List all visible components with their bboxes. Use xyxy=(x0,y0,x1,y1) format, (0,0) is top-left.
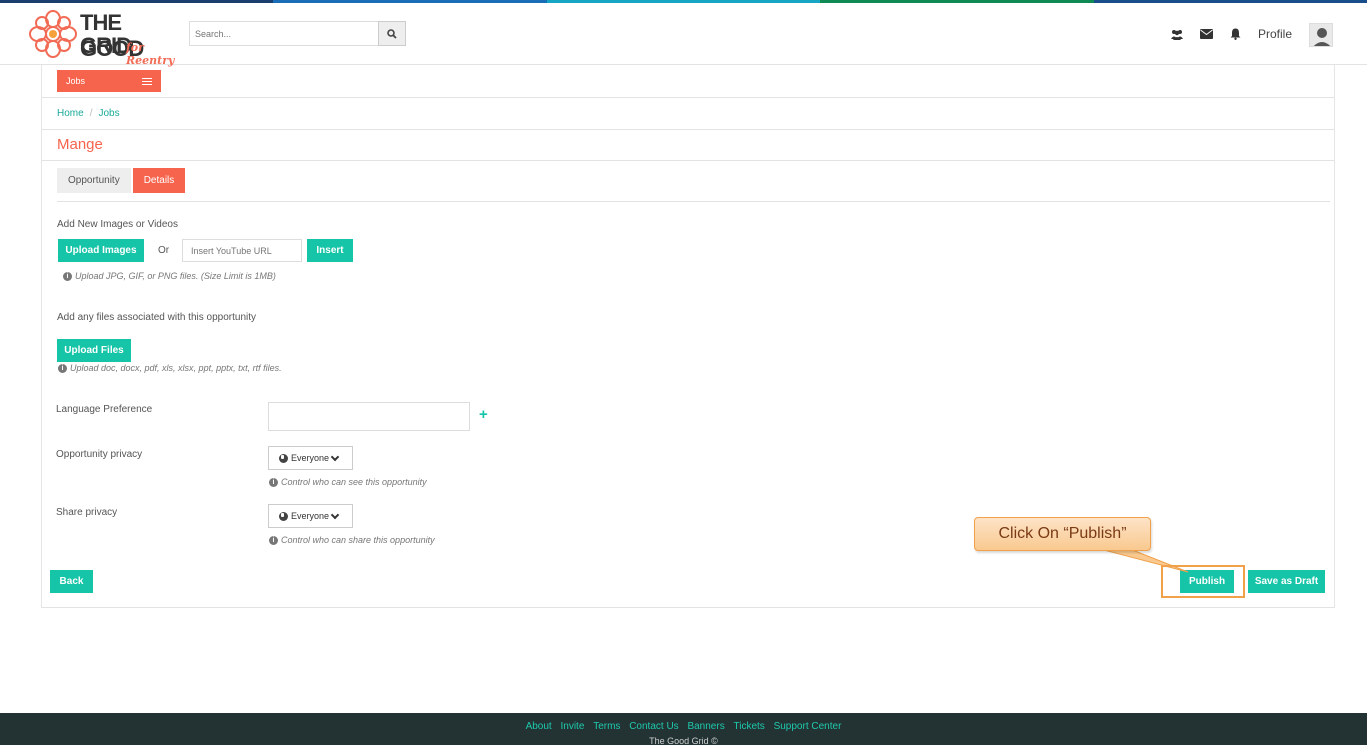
youtube-url-input[interactable] xyxy=(182,239,302,262)
avatar[interactable] xyxy=(1309,23,1333,47)
media-hint-text: Upload JPG, GIF, or PNG files. (Size Lim… xyxy=(75,271,276,281)
footer-link-about[interactable]: About xyxy=(526,721,552,732)
tab-details[interactable]: Details xyxy=(132,168,186,193)
chevron-down-icon xyxy=(330,452,340,461)
share-privacy-hint: i Control who can share this opportunity xyxy=(269,535,435,545)
profile-link[interactable]: Profile xyxy=(1258,27,1292,41)
footer-copyright: The Good Grid © xyxy=(649,736,718,745)
info-icon: i xyxy=(269,477,278,487)
logo-subtitle: for Reentry xyxy=(126,41,175,67)
upload-files-button[interactable]: Upload Files xyxy=(57,339,131,362)
files-hint: i Upload doc, docx, pdf, xls, xlsx, ppt,… xyxy=(58,363,282,373)
search-bar xyxy=(189,21,406,46)
users-icon[interactable] xyxy=(1170,27,1184,41)
or-label: Or xyxy=(158,245,170,256)
media-section-label: Add New Images or Videos xyxy=(57,219,178,230)
menu-icon xyxy=(142,78,152,85)
globe-icon xyxy=(279,453,288,463)
footer-link-tickets[interactable]: Tickets xyxy=(733,721,764,732)
info-icon: i xyxy=(58,363,67,373)
language-input[interactable] xyxy=(268,402,470,431)
globe-icon xyxy=(279,511,288,521)
jobs-menu-label: Jobs xyxy=(66,76,86,86)
info-icon: i xyxy=(269,535,278,545)
logo-title-line2: GRID xyxy=(80,33,132,58)
chevron-down-icon xyxy=(330,510,340,519)
envelope-icon[interactable] xyxy=(1199,27,1213,41)
footer-link-invite[interactable]: Invite xyxy=(561,721,585,732)
jobs-nav-row: Jobs xyxy=(41,65,1335,98)
search-input[interactable] xyxy=(189,21,378,46)
title-row: Mange xyxy=(41,130,1335,161)
breadcrumb-separator: / xyxy=(89,108,93,119)
logo[interactable]: THE GOOD GRID for Reentry xyxy=(28,7,184,67)
callout-tooltip: Click On “Publish” xyxy=(974,517,1151,551)
footer-links: About Invite Terms Contact Us Banners Ti… xyxy=(0,721,1367,732)
flower-logo-icon xyxy=(29,10,77,58)
opportunity-privacy-value: Everyone xyxy=(291,453,330,463)
opportunity-privacy-hint-text: Control who can see this opportunity xyxy=(281,477,427,487)
page-title: Mange xyxy=(57,136,103,153)
bell-icon[interactable] xyxy=(1228,27,1242,41)
footer-link-support-center[interactable]: Support Center xyxy=(774,721,842,732)
back-button[interactable]: Back xyxy=(50,570,93,593)
footer-link-terms[interactable]: Terms xyxy=(593,721,620,732)
jobs-menu-button[interactable]: Jobs xyxy=(57,70,161,92)
breadcrumb-home[interactable]: Home xyxy=(57,108,84,119)
breadcrumb-jobs[interactable]: Jobs xyxy=(98,108,119,119)
language-label: Language Preference xyxy=(56,404,153,415)
insert-button[interactable]: Insert xyxy=(307,239,353,262)
footer-link-contact-us[interactable]: Contact Us xyxy=(629,721,678,732)
share-privacy-value: Everyone xyxy=(291,511,330,521)
save-as-draft-button[interactable]: Save as Draft xyxy=(1248,570,1325,593)
share-privacy-hint-text: Control who can share this opportunity xyxy=(281,535,435,545)
info-icon: i xyxy=(63,271,72,281)
header: THE GOOD GRID for Reentry Profile xyxy=(0,3,1367,67)
footer: About Invite Terms Contact Us Banners Ti… xyxy=(0,713,1367,745)
search-icon xyxy=(387,28,397,39)
user-avatar-icon xyxy=(1310,24,1332,46)
media-hint: i Upload JPG, GIF, or PNG files. (Size L… xyxy=(63,271,276,281)
opportunity-privacy-hint: i Control who can see this opportunity xyxy=(269,477,427,487)
tab-opportunity[interactable]: Opportunity xyxy=(57,168,131,193)
files-hint-text: Upload doc, docx, pdf, xls, xlsx, ppt, p… xyxy=(70,363,282,373)
publish-highlight-box xyxy=(1161,565,1245,598)
breadcrumb-row: Home / Jobs xyxy=(41,98,1335,130)
search-button[interactable] xyxy=(378,21,406,46)
opportunity-privacy-dropdown[interactable]: Everyone xyxy=(268,446,353,470)
footer-link-banners[interactable]: Banners xyxy=(687,721,724,732)
plus-icon[interactable]: + xyxy=(479,406,488,423)
opportunity-privacy-label: Opportunity privacy xyxy=(56,449,143,460)
share-privacy-dropdown[interactable]: Everyone xyxy=(268,504,353,528)
tab-divider xyxy=(57,201,1330,202)
share-privacy-label: Share privacy xyxy=(56,507,118,518)
files-section-label: Add any files associated with this oppor… xyxy=(57,312,256,323)
tab-bar: Opportunity Details xyxy=(57,168,187,193)
upload-images-button[interactable]: Upload Images xyxy=(58,239,144,262)
breadcrumb: Home / Jobs xyxy=(57,108,120,119)
